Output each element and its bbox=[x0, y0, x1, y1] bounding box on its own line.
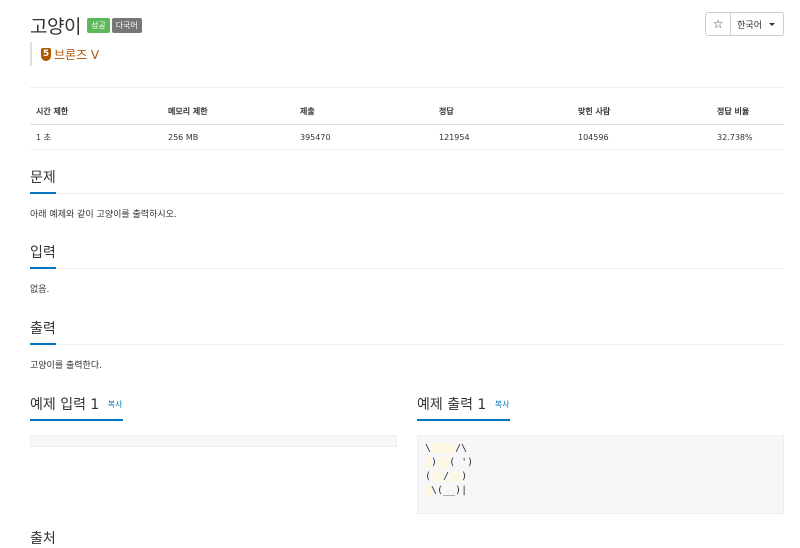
language-dropdown[interactable]: 한국어 bbox=[731, 12, 784, 36]
output-body: 고양이를 출력한다. bbox=[30, 361, 102, 371]
caret-down-icon bbox=[769, 22, 775, 26]
problem-title: 고양이 bbox=[30, 15, 81, 38]
output-title: 출력 bbox=[30, 319, 56, 345]
sample-output-line: ( / ) bbox=[425, 471, 468, 482]
info-header-ratio: 정답 비율 bbox=[711, 98, 784, 125]
info-accepted[interactable]: 121954 bbox=[433, 124, 572, 150]
favorite-button[interactable]: ☆ bbox=[705, 12, 732, 36]
sample-output-section: 예제 출력 1 복사 \ /\ ) ( ') ( / ) \(__)| bbox=[417, 394, 784, 514]
info-memory-limit: 256 MB bbox=[162, 124, 294, 150]
sample-output-headline: 예제 출력 1 복사 bbox=[417, 395, 510, 421]
tier-label[interactable]: 5 브론즈 V bbox=[30, 42, 99, 66]
copy-sample-input-link[interactable]: 복사 bbox=[108, 400, 123, 409]
sample-input-section: 예제 입력 1 복사 bbox=[30, 394, 397, 447]
output-section: 출력 고양이를 출력한다. bbox=[30, 318, 784, 371]
sample-output-header: 예제 출력 1 복사 bbox=[417, 394, 784, 421]
sample-output-line: \ /\ bbox=[425, 443, 468, 454]
header-divider bbox=[30, 87, 784, 88]
info-ratio: 32.738% bbox=[711, 124, 784, 150]
language-label: 한국어 bbox=[737, 20, 762, 31]
problem-actions: ☆ 한국어 bbox=[705, 12, 784, 36]
problem-title-row: 고양이 성공 다국어 bbox=[30, 12, 144, 38]
info-value-row: 1 초 256 MB 395470 121954 104596 32.738% bbox=[30, 124, 784, 150]
input-section: 입력 없음. bbox=[30, 242, 784, 295]
sample-input-header: 예제 입력 1 복사 bbox=[30, 394, 397, 421]
info-header-time-limit: 시간 제한 bbox=[30, 98, 162, 125]
bronze-tier-icon: 5 bbox=[41, 47, 51, 61]
sample-input-title: 예제 입력 1 bbox=[30, 397, 100, 413]
description-body: 아래 예제와 같이 고양이를 출력하시오. bbox=[30, 210, 177, 220]
description-section: 문제 아래 예제와 같이 고양이를 출력하시오. bbox=[30, 167, 784, 220]
output-header: 출력 bbox=[30, 318, 784, 345]
sample-input-headline: 예제 입력 1 복사 bbox=[30, 395, 123, 421]
sample-input-box[interactable] bbox=[30, 435, 397, 447]
info-submissions[interactable]: 395470 bbox=[294, 124, 433, 150]
source-section-title: 출처 bbox=[30, 531, 56, 547]
description-header: 문제 bbox=[30, 167, 784, 194]
sample-output-title: 예제 출력 1 bbox=[417, 397, 487, 413]
sample-output-line: \(__)| bbox=[425, 484, 776, 498]
input-title: 입력 bbox=[30, 243, 56, 269]
input-body: 없음. bbox=[30, 285, 50, 295]
success-badge: 성공 bbox=[86, 17, 110, 33]
info-header-memory-limit: 메모리 제한 bbox=[162, 98, 294, 125]
copy-sample-output-link[interactable]: 복사 bbox=[495, 400, 510, 409]
multilang-badge: 다국어 bbox=[111, 17, 142, 33]
star-icon: ☆ bbox=[712, 17, 724, 31]
info-header-accepted: 정답 bbox=[433, 98, 572, 125]
input-header: 입력 bbox=[30, 242, 784, 269]
description-title: 문제 bbox=[30, 168, 56, 194]
tier-text: 브론즈 V bbox=[54, 47, 100, 62]
info-header-solvers: 맞힌 사람 bbox=[572, 98, 711, 125]
info-solvers[interactable]: 104596 bbox=[572, 124, 711, 150]
info-header-row: 시간 제한 메모리 제한 제출 정답 맞힌 사람 정답 비율 bbox=[30, 98, 784, 125]
sample-output-line: ) ( ') bbox=[425, 456, 776, 470]
problem-info-table: 시간 제한 메모리 제한 제출 정답 맞힌 사람 정답 비율 1 초 256 M… bbox=[30, 98, 784, 150]
info-header-submissions: 제출 bbox=[294, 98, 433, 125]
sample-output-box[interactable]: \ /\ ) ( ') ( / ) \(__)| bbox=[417, 435, 784, 514]
info-time-limit: 1 초 bbox=[30, 124, 162, 150]
